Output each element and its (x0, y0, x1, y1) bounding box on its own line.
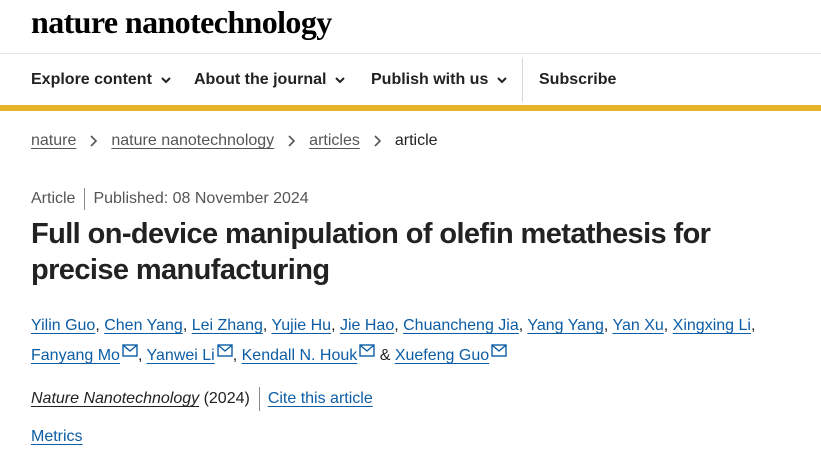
article-title-line: Full on-device manipulation of olefin me… (31, 218, 711, 250)
chevron-right-icon (374, 135, 381, 147)
chevron-right-icon (90, 135, 98, 147)
author-link[interactable]: Chen Yang (104, 317, 183, 334)
author-link[interactable]: Yang Yang (527, 317, 604, 334)
breadcrumb-link-nature[interactable]: nature (31, 132, 76, 150)
nav-item-label: About the journal (194, 71, 327, 88)
breadcrumb-link-journal[interactable]: nature nanotechnology (111, 132, 274, 150)
chevron-down-icon (335, 77, 346, 84)
nav-item-label: Explore content (31, 71, 152, 88)
metrics-link[interactable]: Metrics (31, 428, 83, 446)
breadcrumb: nature nature nanotechnology articles ar… (31, 132, 438, 150)
citation-divider (258, 387, 260, 411)
breadcrumb-link-articles[interactable]: articles (309, 132, 360, 150)
nav-explore-content[interactable]: Explore content (31, 54, 172, 106)
author-list: Yilin Guo, Chen Yang, Lei Zhang, Yujie H… (31, 317, 756, 364)
nav-divider (522, 58, 523, 102)
envelope-icon[interactable] (217, 344, 233, 357)
envelope-icon[interactable] (122, 344, 138, 357)
author-link[interactable]: Kendall N. Houk (242, 347, 358, 364)
author-link[interactable]: Xuefeng Guo (395, 347, 489, 364)
nav-about-journal[interactable]: About the journal (194, 54, 346, 106)
nav-item-label: Publish with us (371, 71, 489, 88)
journal-name-link[interactable]: Nature Nanotechnology (31, 390, 199, 408)
publication-year: (2024) (203, 390, 250, 407)
envelope-icon[interactable] (359, 344, 375, 357)
author-link[interactable]: Xingxing Li (673, 317, 751, 334)
author-link[interactable]: Yanwei Li (147, 347, 215, 364)
chevron-down-icon (161, 77, 171, 84)
author-link[interactable]: Yilin Guo (31, 317, 95, 334)
author-link[interactable]: Jie Hao (340, 317, 394, 334)
article-title: Full on-device manipulation of olefin me… (31, 216, 791, 288)
nav-item-label: Subscribe (539, 71, 617, 88)
author-link[interactable]: Yujie Hu (271, 317, 331, 334)
nav-publish-with-us[interactable]: Publish with us (371, 54, 508, 106)
breadcrumb-current: article (394, 132, 438, 149)
article-type: Article (31, 190, 76, 207)
chevron-down-icon (497, 77, 508, 84)
journal-logo[interactable]: nature nanotechnology (31, 4, 332, 41)
main-nav: Explore content About the journal Publis… (0, 53, 821, 106)
meta-divider (84, 188, 86, 210)
article-title-line: precise manufacturing (31, 254, 330, 286)
author-link[interactable]: Chuancheng Jia (403, 317, 519, 334)
accent-bar (0, 105, 821, 111)
author-link[interactable]: Lei Zhang (192, 317, 263, 334)
envelope-icon[interactable] (491, 344, 507, 357)
nav-subscribe[interactable]: Subscribe (539, 54, 616, 106)
article-meta: Article Published: 08 November 2024 (31, 188, 309, 210)
published-date: Published: 08 November 2024 (93, 190, 309, 207)
author-link[interactable]: Fanyang Mo (31, 347, 120, 364)
chevron-right-icon (288, 135, 296, 147)
cite-this-article-link[interactable]: Cite this article (268, 390, 373, 408)
author-link[interactable]: Yan Xu (612, 317, 663, 334)
citation-line: Nature Nanotechnology (2024) Cite this a… (31, 387, 373, 411)
